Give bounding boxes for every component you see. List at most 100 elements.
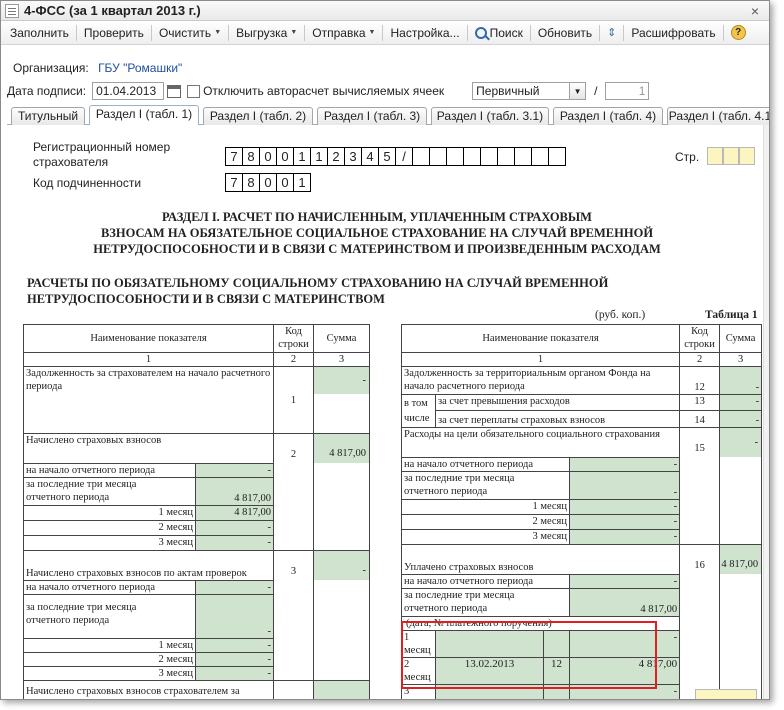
reg-number-digit[interactable] — [497, 147, 515, 166]
row15-month2-value[interactable]: - — [568, 514, 681, 530]
chevron-down-icon[interactable]: ▼ — [570, 82, 587, 100]
tab-section1-table1[interactable]: Раздел I (табл. 1) — [89, 105, 199, 126]
reg-number-digit[interactable]: / — [395, 147, 413, 166]
correction-number-input[interactable]: 1 — [605, 82, 650, 100]
reg-number-digit[interactable] — [480, 147, 498, 166]
row3-month1-value[interactable]: - — [195, 638, 274, 653]
reg-number-label: Регистрационный номер страхователя — [33, 140, 171, 169]
row3-month2-value[interactable]: - — [195, 652, 274, 667]
reg-number-digit[interactable]: 7 — [225, 147, 243, 166]
row2-start-value[interactable]: - — [195, 463, 274, 478]
left-table: Наименование показателя Код строки Сумма… — [23, 324, 370, 699]
section-subheading: РАСЧЕТЫ ПО ОБЯЗАТЕЛЬНОМУ СОЦИАЛЬНОМУ СТР… — [27, 276, 609, 306]
autocalc-checkbox[interactable] — [187, 84, 201, 98]
header-name: Наименование показателя — [23, 324, 274, 353]
row2-last3-value[interactable]: 4 817,00 — [195, 477, 274, 506]
subordination-digit[interactable]: 1 — [293, 173, 311, 192]
page-number-cell[interactable] — [739, 147, 755, 165]
row15-start-value[interactable]: - — [568, 457, 681, 472]
decode-button[interactable]: Расшифровать — [626, 26, 720, 40]
reg-number-digit[interactable]: 0 — [259, 147, 277, 166]
reg-number-digit[interactable]: 4 — [361, 147, 379, 166]
export-button[interactable]: Выгрузка ▼ — [231, 26, 302, 40]
row16-last3-label: за последние три месяца отчетного период… — [401, 588, 570, 617]
row2-month3-value[interactable]: - — [195, 535, 274, 551]
row2-month1-value[interactable]: 4 817,00 — [195, 505, 274, 521]
row15-month3-value[interactable]: - — [568, 529, 681, 545]
report-kind-select[interactable]: Первичный — [472, 82, 571, 100]
reg-number-digit[interactable] — [412, 147, 430, 166]
row15-value[interactable]: - — [720, 428, 761, 457]
tab-section1-table3[interactable]: Раздел I (табл. 3) — [317, 107, 427, 125]
fill-label: Заполнить — [10, 25, 69, 40]
reg-number-digit[interactable] — [429, 147, 447, 166]
row16-start-value[interactable]: - — [568, 574, 681, 589]
row14-value[interactable]: - — [719, 410, 763, 428]
row15-last3-value[interactable]: - — [568, 471, 681, 500]
section-tabs: Титульный Раздел I (табл. 1) Раздел I (т… — [7, 105, 769, 126]
reg-number-digit[interactable] — [446, 147, 464, 166]
reg-number-digit[interactable]: 3 — [344, 147, 362, 166]
calendar-icon[interactable] — [167, 84, 182, 98]
row3-month3-value[interactable]: - — [195, 666, 274, 681]
row-bottom-yellow-cell[interactable] — [695, 689, 757, 699]
row13-label: за счет превышения расходов — [434, 394, 681, 411]
toolbar-separator — [623, 24, 625, 41]
report-sheet: Регистрационный номер страхователя 78001… — [7, 125, 763, 699]
subordination-digit[interactable]: 0 — [276, 173, 294, 192]
page-number-cell[interactable] — [707, 147, 723, 165]
reg-number-digit[interactable] — [514, 147, 532, 166]
tab-section1-table2[interactable]: Раздел I (табл. 2) — [203, 107, 313, 125]
reg-number-digit[interactable]: 2 — [327, 147, 345, 166]
document-icon — [5, 3, 19, 18]
sort-arrows-icon: ⇕ — [607, 27, 617, 39]
reg-number-digit[interactable] — [531, 147, 549, 166]
row3-value[interactable]: - — [314, 551, 369, 580]
row12-value[interactable]: - — [719, 366, 763, 395]
row15-month1-label: 1 месяц — [401, 499, 570, 515]
send-label: Отправка — [312, 25, 366, 40]
vertical-scrollbar[interactable] — [763, 125, 769, 699]
reg-number-digit[interactable] — [548, 147, 566, 166]
reg-number-digit[interactable]: 1 — [310, 147, 328, 166]
row16-last3-value[interactable]: 4 817,00 — [568, 588, 681, 617]
export-label: Выгрузка — [236, 25, 288, 40]
reg-number-digit[interactable]: 5 — [378, 147, 396, 166]
row2-month2-value[interactable]: - — [195, 520, 274, 536]
row3-last3-value[interactable]: - — [195, 594, 274, 639]
toolbar-separator — [599, 24, 601, 41]
tab-section1-table3-1[interactable]: Раздел I (табл. 3.1) — [431, 107, 549, 125]
tab-section1-table4-1[interactable]: Раздел I (табл. 4.1) — [667, 107, 769, 125]
subordination-digit[interactable]: 8 — [242, 173, 260, 192]
reg-number-digit[interactable]: 8 — [242, 147, 260, 166]
sort-button[interactable]: ⇕ — [602, 26, 621, 39]
refresh-button[interactable]: Обновить — [533, 26, 597, 40]
subordination-digit[interactable]: 0 — [259, 173, 277, 192]
row4-value[interactable] — [313, 680, 370, 699]
settings-button[interactable]: Настройка... — [385, 26, 464, 40]
reg-number-digit[interactable]: 0 — [276, 147, 294, 166]
row13-value[interactable]: - — [719, 394, 763, 411]
reg-number-digit[interactable] — [463, 147, 481, 166]
date-row: Дата подписи: 01.04.2013 Отключить автор… — [7, 82, 650, 100]
reg-number-digit[interactable]: 1 — [293, 147, 311, 166]
row16-value[interactable]: 4 817,00 — [720, 545, 761, 574]
help-button[interactable]: ? — [726, 25, 751, 40]
fill-button[interactable]: Заполнить — [5, 26, 74, 40]
organization-link[interactable]: ГБУ "Ромашки" — [98, 61, 182, 75]
row15-month1-value[interactable]: - — [568, 499, 681, 515]
subordination-digit[interactable]: 7 — [225, 173, 243, 192]
row3-code: 3 — [273, 550, 314, 681]
close-icon[interactable]: × — [751, 3, 759, 19]
page-number-cell[interactable] — [723, 147, 739, 165]
clear-button[interactable]: Очистить ▼ — [154, 26, 226, 40]
tab-title[interactable]: Титульный — [11, 107, 85, 125]
search-button[interactable]: Поиск — [470, 26, 528, 40]
check-button[interactable]: Проверить — [79, 26, 149, 40]
row1-value[interactable]: - — [314, 367, 369, 394]
tab-section1-table4[interactable]: Раздел I (табл. 4) — [553, 107, 663, 125]
row2-value[interactable]: 4 817,00 — [314, 434, 369, 463]
send-button[interactable]: Отправка ▼ — [307, 26, 380, 40]
date-input[interactable]: 01.04.2013 — [92, 82, 165, 100]
row3-start-value[interactable]: - — [195, 580, 274, 595]
